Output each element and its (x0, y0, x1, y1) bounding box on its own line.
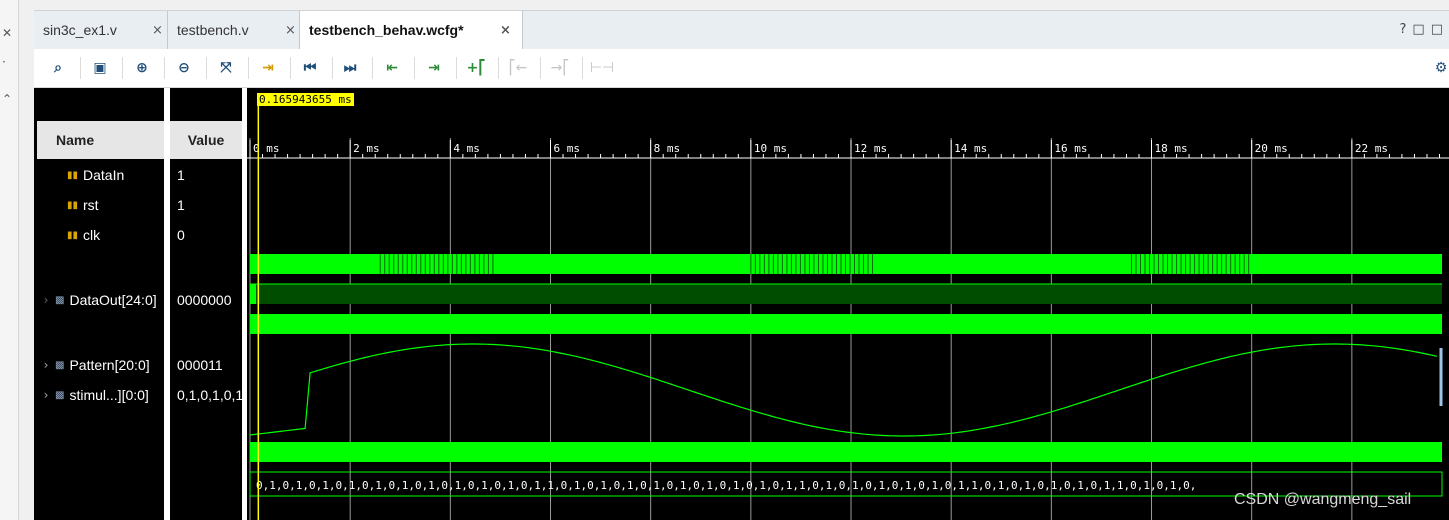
array-signal-icon: ▩ (55, 389, 65, 401)
tick-label: 0 ms (253, 142, 280, 155)
bit-signal-icon: ▮▮ (67, 169, 79, 181)
swap-cursors-icon: ⊢⊣ (589, 60, 615, 76)
add-marker-icon[interactable]: +⎡ (466, 58, 486, 78)
chevron-right-icon[interactable]: › (37, 358, 55, 372)
waveform-toolbar: ⌕ ▣ ⊕ ⊖ ⤧ ⇥ ⏮ ⏭ ⇤ ⇥ +⎡ ⎡← →⎡ ⊢⊣ ⚙ (34, 49, 1449, 88)
tick-label: 6 ms (554, 142, 581, 155)
bit-signal-icon: ▮▮ (67, 199, 79, 211)
name-column-header[interactable]: Name (37, 121, 164, 159)
close-icon[interactable]: ✕ (2, 26, 12, 40)
tick-label: 20 ms (1255, 142, 1288, 155)
close-icon[interactable]: × (152, 23, 163, 38)
left-panel-gutter: ✕ · ⌃ (0, 0, 19, 520)
clk-wave (250, 314, 1442, 334)
tick-label: 18 ms (1155, 142, 1188, 155)
bit-signal-icon: ▮▮ (67, 229, 79, 241)
watermark: CSDN @wangmeng_sail (1234, 491, 1412, 508)
cursor-time-label: 0.165943655 ms (257, 93, 354, 106)
waveform-canvas[interactable]: 0 ms 2 ms 4 ms 6 ms 8 ms 10 ms 12 ms 14 ms 16 ms… (247, 88, 1449, 520)
signal-name-stimulus[interactable]: › ▩ stimul...][0:0] (37, 381, 164, 409)
signal-name-rst[interactable]: ▮▮ rst (37, 191, 164, 219)
signal-value-dataout: 0000000 (177, 292, 232, 308)
tab-label: sin3c_ex1.v (43, 22, 117, 38)
tab-sin3c-ex1[interactable]: sin3c_ex1.v × (34, 11, 168, 49)
signal-name-pattern[interactable]: › ▩ Pattern[20:0] (37, 351, 164, 379)
rst-pulse (250, 284, 256, 304)
close-icon[interactable]: × (500, 23, 511, 38)
tab-testbench-v[interactable]: testbench.v × (168, 11, 298, 49)
chevron-up-icon[interactable]: ⌃ (2, 92, 12, 106)
tick-label: 4 ms (453, 142, 480, 155)
signal-value-datain: 1 (177, 167, 185, 183)
window-controls: ?□□ (1400, 22, 1449, 37)
tab-label: testbench.v (177, 22, 249, 38)
zoom-out-icon[interactable]: ⊖ (174, 58, 194, 78)
signal-name-dataout[interactable]: › ▩ DataOut[24:0] (37, 251, 164, 349)
go-to-cursor-icon[interactable]: ⇥ (258, 58, 278, 78)
tick-label: 22 ms (1355, 142, 1388, 155)
restore-icon[interactable]: □ (1412, 22, 1430, 37)
search-icon[interactable]: ⌕ (48, 58, 68, 78)
next-transition-icon[interactable]: ⇥ (424, 58, 444, 78)
maximize-icon[interactable]: □ (1431, 22, 1449, 37)
datain-wave (250, 254, 1442, 274)
previous-marker-icon: ⎡← (508, 60, 528, 76)
tab-label: testbench_behav.wcfg* (309, 22, 464, 38)
chevron-right-icon[interactable]: › (37, 293, 55, 307)
signal-value-clk: 0 (177, 227, 185, 243)
pattern-wave (250, 442, 1442, 462)
settings-icon[interactable]: ⚙ (1431, 58, 1449, 78)
tick-label: 10 ms (754, 142, 787, 155)
signal-name-datain[interactable]: ▮▮ DataIn (37, 161, 164, 189)
rst-wave (250, 284, 1442, 304)
bus-signal-icon: ▩ (55, 359, 65, 371)
tick-label: 14 ms (954, 142, 987, 155)
help-icon[interactable]: ? (1400, 22, 1413, 37)
chevron-right-icon[interactable]: › (37, 388, 55, 402)
signal-value-stimulus: 0,1,0,1,0,1 (177, 387, 242, 403)
previous-transition-icon[interactable]: ⇤ (382, 58, 402, 78)
tick-label: 16 ms (1054, 142, 1087, 155)
zoom-fit-icon[interactable]: ⤧ (216, 58, 236, 78)
go-to-start-icon[interactable]: ⏮ (300, 58, 320, 78)
dataout-analog-wave (249, 343, 1438, 437)
zoom-in-icon[interactable]: ⊕ (132, 58, 152, 78)
go-to-end-icon[interactable]: ⏭ (340, 58, 360, 78)
signal-name-clk[interactable]: ▮▮ clk (37, 221, 164, 249)
signal-value-rst: 1 (177, 197, 185, 213)
save-icon[interactable]: ▣ (90, 58, 110, 78)
analog-signal-icon: ▩ (55, 294, 65, 306)
next-marker-icon: →⎡ (550, 60, 570, 76)
signal-value-pattern: 000011 (177, 357, 223, 373)
tick-label: 12 ms (854, 142, 887, 155)
pin-icon[interactable]: · (2, 55, 6, 69)
editor-tab-bar: sin3c_ex1.v × testbench.v × testbench_be… (34, 10, 1449, 49)
value-column-header[interactable]: Value (170, 121, 242, 159)
tick-label: 8 ms (654, 142, 681, 155)
tick-label: 2 ms (353, 142, 380, 155)
tab-testbench-behav-wcfg[interactable]: testbench_behav.wcfg* × (299, 11, 523, 49)
close-icon[interactable]: × (285, 23, 296, 38)
stimulus-values: 0,1,0,1,0,1,0,1,0,1,0,1,0,1,0,1,0,1,0,1,… (256, 479, 1196, 492)
